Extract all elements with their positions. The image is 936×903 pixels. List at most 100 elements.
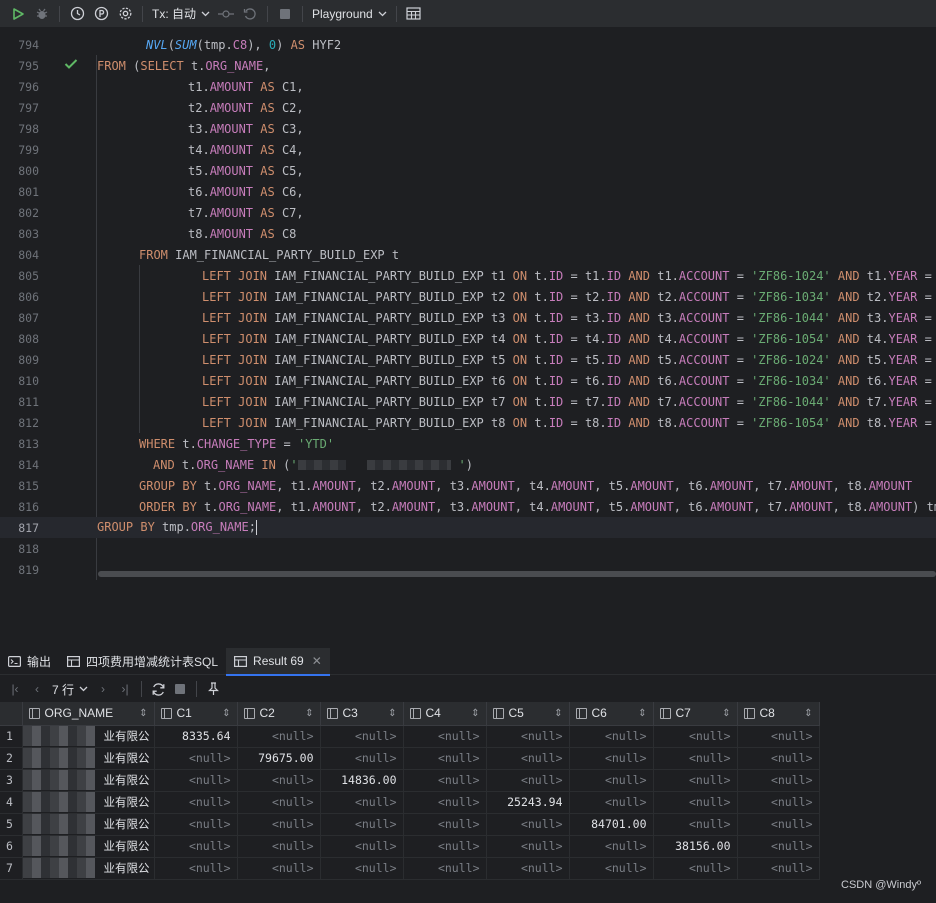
cell-c1[interactable]: <null>: [154, 813, 238, 836]
cell-c2[interactable]: <null>: [237, 769, 321, 792]
cell-c8[interactable]: <null>: [737, 791, 820, 814]
cell-c6[interactable]: <null>: [569, 725, 654, 748]
commit-icon[interactable]: [215, 3, 237, 25]
cell-c6[interactable]: <null>: [569, 835, 654, 858]
sort-arrows-icon[interactable]: ⇕: [139, 708, 147, 719]
column-header-c1[interactable]: C1 ⇕: [154, 702, 238, 726]
cell-c7[interactable]: <null>: [653, 725, 738, 748]
cell-c5[interactable]: <null>: [486, 857, 570, 880]
sort-arrows-icon[interactable]: ⇕: [305, 708, 313, 719]
cell-c5[interactable]: <null>: [486, 747, 570, 770]
tab-result-69[interactable]: Result 69 ✕: [226, 647, 330, 676]
code-line[interactable]: 816 ORDER BY t.ORG_NAME, t1.AMOUNT, t2.A…: [0, 496, 936, 517]
tab-output[interactable]: 输出: [0, 648, 59, 675]
cell-c1[interactable]: 8335.64: [154, 725, 238, 748]
code-line[interactable]: 797 t2.AMOUNT AS C2,: [0, 97, 936, 118]
cell-c2[interactable]: 79675.00: [237, 747, 321, 770]
cell-c8[interactable]: <null>: [737, 857, 820, 880]
cell-c7[interactable]: <null>: [653, 769, 738, 792]
transaction-mode-dropdown[interactable]: Tx: 自动: [148, 3, 214, 25]
previous-page-icon[interactable]: ‹: [26, 678, 48, 700]
horizontal-scrollbar[interactable]: [98, 571, 936, 577]
column-header-c7[interactable]: C7 ⇕: [653, 702, 738, 726]
column-header-c5[interactable]: C5 ⇕: [486, 702, 570, 726]
cell-c6[interactable]: 84701.00: [569, 813, 654, 836]
code-line[interactable]: 795 FROM (SELECT t.ORG_NAME,: [0, 55, 936, 76]
sort-arrows-icon[interactable]: ⇕: [222, 708, 230, 719]
cell-c1[interactable]: <null>: [154, 769, 238, 792]
cell-c8[interactable]: <null>: [737, 725, 820, 748]
code-line[interactable]: 815 GROUP BY t.ORG_NAME, t1.AMOUNT, t2.A…: [0, 475, 936, 496]
code-line[interactable]: 796 t1.AMOUNT AS C1,: [0, 76, 936, 97]
cell-c3[interactable]: <null>: [320, 813, 404, 836]
first-page-icon[interactable]: |‹: [4, 678, 26, 700]
cell-c3[interactable]: <null>: [320, 835, 404, 858]
session-dropdown[interactable]: Playground: [308, 3, 391, 25]
column-header-c6[interactable]: C6 ⇕: [569, 702, 654, 726]
cell-c3[interactable]: 14836.00: [320, 769, 404, 792]
cell-c8[interactable]: <null>: [737, 769, 820, 792]
cell-c4[interactable]: <null>: [403, 747, 487, 770]
code-line[interactable]: 810 LEFT JOIN IAM_FINANCIAL_PARTY_BUILD_…: [0, 370, 936, 391]
column-header-c2[interactable]: C2 ⇕: [237, 702, 321, 726]
cell-c3[interactable]: <null>: [320, 725, 404, 748]
history-icon[interactable]: [66, 3, 88, 25]
cell-c6[interactable]: <null>: [569, 857, 654, 880]
table-row[interactable]: 5 业有限公 <null> <null> <null> <null> <null> 84701…: [0, 813, 820, 836]
code-line[interactable]: 809 LEFT JOIN IAM_FINANCIAL_PARTY_BUILD_…: [0, 349, 936, 370]
cell-c1[interactable]: <null>: [154, 835, 238, 858]
cell-c1[interactable]: <null>: [154, 857, 238, 880]
code-line[interactable]: 808 LEFT JOIN IAM_FINANCIAL_PARTY_BUILD_…: [0, 328, 936, 349]
cell-c2[interactable]: <null>: [237, 857, 321, 880]
column-header-c8[interactable]: C8 ⇕: [737, 702, 820, 726]
sql-editor[interactable]: 794 NVL(SUM(tmp.C8), 0) AS HYF2 795 FROM…: [0, 28, 936, 604]
debug-icon[interactable]: [31, 3, 53, 25]
rollback-icon[interactable]: [239, 3, 261, 25]
cell-org-name[interactable]: 业有限公: [22, 857, 155, 880]
code-line[interactable]: 799 t4.AMOUNT AS C4,: [0, 139, 936, 160]
cell-c7[interactable]: <null>: [653, 813, 738, 836]
last-page-icon[interactable]: ›|: [114, 678, 136, 700]
cell-c6[interactable]: <null>: [569, 769, 654, 792]
code-line[interactable]: 801 t6.AMOUNT AS C6,: [0, 181, 936, 202]
cell-c5[interactable]: <null>: [486, 813, 570, 836]
stop-icon[interactable]: [169, 678, 191, 700]
cell-c2[interactable]: <null>: [237, 791, 321, 814]
cell-c2[interactable]: <null>: [237, 725, 321, 748]
cell-org-name[interactable]: 业有限公: [22, 835, 155, 858]
code-line[interactable]: 805 LEFT JOIN IAM_FINANCIAL_PARTY_BUILD_…: [0, 265, 936, 286]
pin-icon[interactable]: [202, 678, 224, 700]
next-page-icon[interactable]: ›: [92, 678, 114, 700]
cell-c6[interactable]: <null>: [569, 791, 654, 814]
code-line[interactable]: 813 WHERE t.CHANGE_TYPE = 'YTD': [0, 433, 936, 454]
cell-c4[interactable]: <null>: [403, 769, 487, 792]
column-header-org-name[interactable]: ORG_NAME ⇕: [22, 702, 155, 726]
stop-icon[interactable]: [274, 3, 296, 25]
code-line[interactable]: 812 LEFT JOIN IAM_FINANCIAL_PARTY_BUILD_…: [0, 412, 936, 433]
sort-arrows-icon[interactable]: ⇕: [554, 708, 562, 719]
cell-org-name[interactable]: 业有限公: [22, 791, 155, 814]
column-header-c3[interactable]: C3 ⇕: [320, 702, 404, 726]
cell-c2[interactable]: <null>: [237, 835, 321, 858]
settings-gear-icon[interactable]: [114, 3, 136, 25]
cell-org-name[interactable]: 业有限公: [22, 769, 155, 792]
cell-c2[interactable]: <null>: [237, 813, 321, 836]
table-row[interactable]: 7 业有限公 <null> <null> <null> <null> <null> <null…: [0, 857, 820, 880]
code-line[interactable]: 811 LEFT JOIN IAM_FINANCIAL_PARTY_BUILD_…: [0, 391, 936, 412]
code-line[interactable]: 806 LEFT JOIN IAM_FINANCIAL_PARTY_BUILD_…: [0, 286, 936, 307]
tab-sql-query[interactable]: 四项费用增减统计表SQL: [59, 648, 226, 675]
code-line[interactable]: 804 FROM IAM_FINANCIAL_PARTY_BUILD_EXP t: [0, 244, 936, 265]
rows-count-dropdown[interactable]: 7 行: [48, 678, 92, 700]
cell-c7[interactable]: <null>: [653, 747, 738, 770]
cell-c7[interactable]: <null>: [653, 791, 738, 814]
cell-c4[interactable]: <null>: [403, 835, 487, 858]
close-icon[interactable]: ✕: [312, 654, 322, 668]
table-row[interactable]: 1 业有限公 8335.64 <null> <null> <null> <null> <nul…: [0, 725, 820, 748]
cell-org-name[interactable]: 业有限公: [22, 813, 155, 836]
cell-c3[interactable]: <null>: [320, 747, 404, 770]
cell-c8[interactable]: <null>: [737, 813, 820, 836]
cell-c3[interactable]: <null>: [320, 791, 404, 814]
cell-c7[interactable]: <null>: [653, 857, 738, 880]
cell-c4[interactable]: <null>: [403, 813, 487, 836]
code-line[interactable]: 807 LEFT JOIN IAM_FINANCIAL_PARTY_BUILD_…: [0, 307, 936, 328]
